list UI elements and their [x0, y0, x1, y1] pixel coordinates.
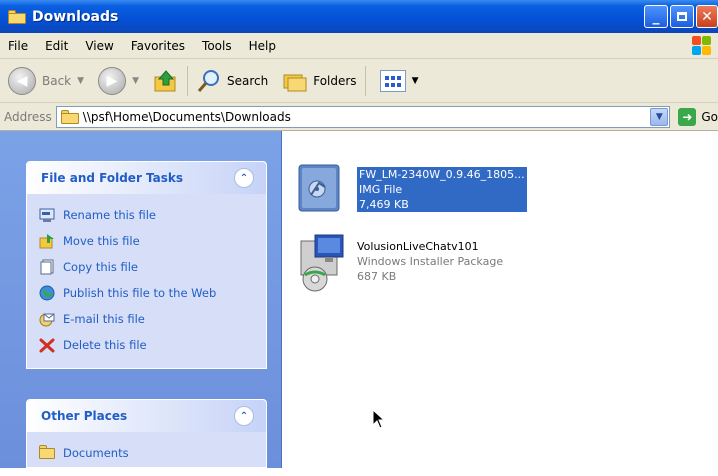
menu-bar: File Edit View Favorites Tools Help — [0, 33, 718, 59]
email-icon — [39, 313, 55, 327]
copy-icon — [40, 259, 54, 275]
task-rename[interactable]: Rename this file — [39, 202, 266, 228]
up-folder-button[interactable] — [153, 68, 179, 94]
chevron-down-icon[interactable]: ▼ — [412, 76, 419, 86]
collapse-button[interactable]: ⌃ — [234, 168, 254, 188]
address-label: Address — [4, 109, 52, 124]
up-folder-icon — [154, 69, 176, 91]
other-places-header[interactable]: Other Places ⌃ — [27, 400, 266, 432]
title-bar[interactable]: Downloads _ ✕ — [0, 0, 718, 33]
mouse-cursor-icon — [372, 409, 386, 429]
delete-icon — [39, 338, 55, 353]
menu-tools[interactable]: Tools — [202, 39, 232, 53]
globe-icon — [39, 285, 55, 301]
file-meta: VolusionLiveChatv101 Windows Installer P… — [357, 239, 503, 287]
task-move[interactable]: Move this file — [39, 228, 266, 254]
task-label: Copy this file — [63, 260, 138, 274]
task-delete[interactable]: Delete this file — [39, 332, 266, 358]
maximize-icon — [677, 12, 687, 21]
views-button[interactable]: ▼ — [374, 69, 419, 92]
folders-button[interactable]: Folders — [282, 69, 357, 93]
disc-image-icon — [291, 159, 351, 215]
address-dropdown-button[interactable]: ▼ — [650, 107, 669, 126]
place-label: Documents — [63, 446, 129, 460]
other-places-panel: Other Places ⌃ Documents — [26, 399, 267, 468]
go-label: Go — [701, 109, 718, 124]
task-publish[interactable]: Publish this file to the Web — [39, 280, 266, 306]
go-button[interactable]: ➜ Go — [678, 107, 718, 126]
menu-edit[interactable]: Edit — [45, 39, 68, 53]
folder-icon — [39, 445, 55, 461]
minimize-icon: _ — [652, 8, 660, 25]
file-meta: FW_LM-2340W_0.9.46_1805... IMG File 7,46… — [357, 167, 527, 215]
standard-toolbar: ◀ Back ▼ ▶ ▼ Search Folders ▼ — [0, 59, 718, 103]
chevron-up-icon: ⌃ — [239, 172, 249, 184]
other-places-list: Documents — [27, 432, 266, 476]
place-documents[interactable]: Documents — [39, 440, 266, 466]
go-arrow-icon: ➜ — [678, 107, 697, 126]
folders-icon — [283, 74, 307, 91]
menu-help[interactable]: Help — [249, 39, 276, 53]
back-label: Back — [42, 73, 72, 88]
file-type: Windows Installer Package — [357, 255, 504, 268]
file-name: FW_LM-2340W_0.9.46_1805... — [357, 167, 527, 182]
file-list-view[interactable]: FW_LM-2340W_0.9.46_1805... IMG File 7,46… — [283, 131, 718, 468]
collapse-button[interactable]: ⌃ — [234, 406, 254, 426]
installer-icon — [291, 231, 351, 292]
close-button[interactable]: ✕ — [696, 5, 718, 28]
task-label: Move this file — [63, 234, 140, 248]
search-button[interactable]: Search — [196, 68, 268, 94]
minimize-button[interactable]: _ — [644, 5, 668, 28]
chevron-up-icon: ⌃ — [239, 410, 249, 422]
menu-favorites[interactable]: Favorites — [131, 39, 185, 53]
task-label: Delete this file — [63, 338, 147, 352]
rename-icon — [39, 208, 55, 222]
file-item[interactable]: FW_LM-2340W_0.9.46_1805... IMG File 7,46… — [291, 159, 527, 215]
address-path: \\psf\Home\Documents\Downloads — [82, 109, 291, 124]
back-arrow-icon: ◀ — [8, 66, 36, 95]
other-places-title: Other Places — [41, 409, 128, 423]
file-folder-tasks-header[interactable]: File and Folder Tasks ⌃ — [27, 162, 266, 194]
move-icon — [39, 234, 54, 249]
chevron-down-icon: ▼ — [655, 111, 663, 122]
menu-view[interactable]: View — [85, 39, 113, 53]
maximize-button[interactable] — [670, 5, 694, 28]
file-folder-tasks-title: File and Folder Tasks — [41, 171, 184, 185]
address-bar: Address \\psf\Home\Documents\Downloads ▼… — [0, 103, 718, 131]
task-copy[interactable]: Copy this file — [39, 254, 266, 280]
file-folder-task-list: Rename this file Move this file Copy thi… — [27, 194, 266, 368]
task-label: Publish this file to the Web — [63, 286, 217, 300]
folders-label: Folders — [313, 73, 357, 88]
menu-file[interactable]: File — [8, 39, 28, 53]
chevron-down-icon[interactable]: ▼ — [132, 76, 139, 86]
forward-button[interactable]: ▶ ▼ — [98, 66, 139, 95]
task-pane: File and Folder Tasks ⌃ Rename this file… — [0, 131, 282, 468]
search-icon — [197, 69, 219, 92]
views-icon — [379, 69, 406, 92]
file-type: IMG File — [357, 182, 527, 197]
file-size: 687 KB — [357, 270, 397, 283]
file-item[interactable]: VolusionLiveChatv101 Windows Installer P… — [291, 231, 503, 292]
task-label: Rename this file — [63, 208, 156, 222]
forward-arrow-icon: ▶ — [98, 66, 127, 95]
folder-icon — [60, 109, 79, 124]
chevron-down-icon[interactable]: ▼ — [77, 76, 84, 86]
address-input[interactable]: \\psf\Home\Documents\Downloads ▼ — [55, 105, 671, 128]
toolbar-separator — [364, 65, 366, 96]
file-folder-tasks-panel: File and Folder Tasks ⌃ Rename this file… — [26, 161, 267, 369]
window-controls: _ ✕ — [644, 5, 718, 28]
task-email[interactable]: E-mail this file — [39, 306, 266, 332]
close-icon: ✕ — [701, 8, 713, 25]
file-name: VolusionLiveChatv101 — [357, 240, 479, 253]
windows-logo-icon — [692, 36, 712, 56]
search-label: Search — [226, 73, 269, 88]
file-size: 7,469 KB — [357, 197, 527, 212]
folder-icon — [8, 9, 26, 24]
task-label: E-mail this file — [63, 312, 145, 326]
toolbar-separator — [186, 65, 188, 96]
back-button[interactable]: ◀ Back ▼ — [8, 66, 84, 95]
window-title: Downloads — [32, 8, 119, 25]
